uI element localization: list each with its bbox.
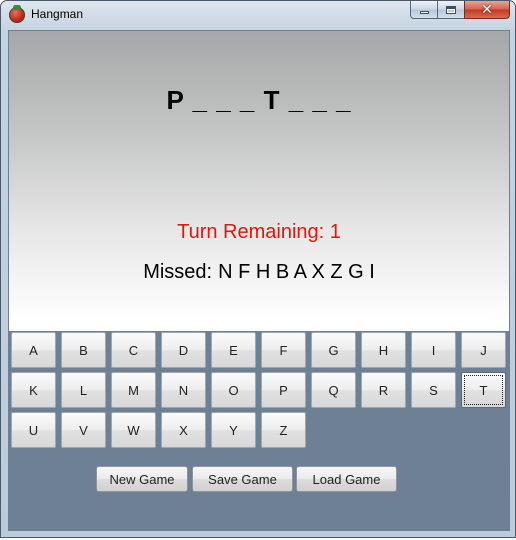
letter-key-w[interactable]: W [111, 412, 156, 448]
letter-key-c[interactable]: C [111, 332, 156, 368]
letter-key-q[interactable]: Q [311, 372, 356, 408]
window-controls: ✕ [410, 1, 510, 21]
letter-key-v[interactable]: V [61, 412, 106, 448]
letter-key-n[interactable]: N [161, 372, 206, 408]
close-icon: ✕ [481, 1, 493, 18]
letter-key-f[interactable]: F [261, 332, 306, 368]
letter-key-j[interactable]: J [461, 332, 506, 368]
letter-key-o[interactable]: O [211, 372, 256, 408]
turns-remaining: Turn Remaining: 1 [177, 221, 341, 243]
letter-key-g[interactable]: G [311, 332, 356, 368]
letter-key-p[interactable]: P [261, 372, 306, 408]
missed-letters-line: Missed: N F H B A X Z G I [9, 261, 509, 284]
missed-letters: N F H B A X Z G I [218, 261, 375, 283]
word-display: P _ _ _ T _ _ _ [166, 85, 352, 115]
letter-key-h[interactable]: H [361, 332, 406, 368]
letter-key-y[interactable]: Y [211, 412, 256, 448]
letter-key-t[interactable]: T [461, 372, 506, 408]
game-client-area: P _ _ _ T _ _ _ Turn Remaining: 1 Missed… [8, 30, 510, 531]
game-actions: New Game Save Game Load Game [9, 466, 509, 492]
window-title: Hangman [31, 7, 84, 21]
load-game-button[interactable]: Load Game [296, 466, 397, 492]
missed-label: Missed: [143, 261, 213, 283]
letter-key-x[interactable]: X [161, 412, 206, 448]
close-button[interactable]: ✕ [464, 1, 510, 19]
letter-key-r[interactable]: R [361, 372, 406, 408]
title-bar[interactable]: Hangman ✕ [1, 1, 515, 29]
letter-key-b[interactable]: B [61, 332, 106, 368]
minimize-button[interactable] [410, 1, 437, 19]
letter-key-a[interactable]: A [11, 332, 56, 368]
letter-key-d[interactable]: D [161, 332, 206, 368]
maximize-icon [446, 5, 456, 14]
minimize-icon [419, 11, 429, 14]
status-panel: P _ _ _ T _ _ _ Turn Remaining: 1 Missed… [9, 31, 509, 331]
save-game-button[interactable]: Save Game [192, 466, 293, 492]
letter-key-k[interactable]: K [11, 372, 56, 408]
letter-key-s[interactable]: S [411, 372, 456, 408]
maximize-button[interactable] [437, 1, 464, 19]
letter-key-i[interactable]: I [411, 332, 456, 368]
letter-key-e[interactable]: E [211, 332, 256, 368]
letter-key-m[interactable]: M [111, 372, 156, 408]
letter-key-l[interactable]: L [61, 372, 106, 408]
letter-key-u[interactable]: U [11, 412, 56, 448]
app-window: Hangman ✕ P _ _ _ T _ _ _ Turn Remaining… [0, 0, 516, 538]
new-game-button[interactable]: New Game [96, 466, 188, 492]
letter-key-z[interactable]: Z [261, 412, 306, 448]
hangman-app-icon[interactable] [9, 5, 25, 23]
